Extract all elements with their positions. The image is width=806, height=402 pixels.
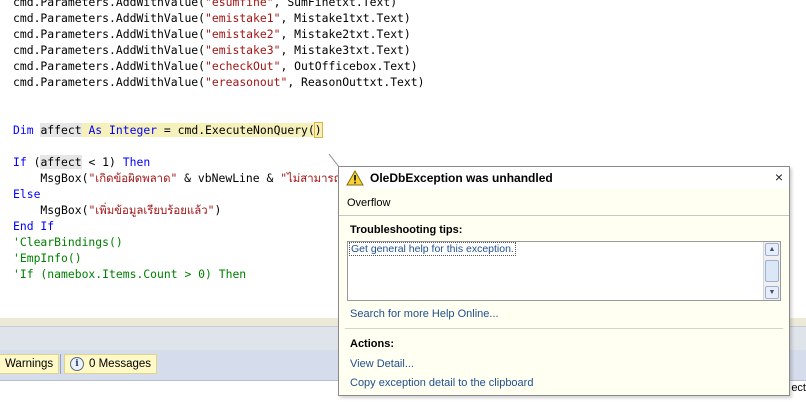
- exception-assistant-popup: OleDbException was unhandled × Overflow …: [338, 166, 790, 396]
- code-line-highlighted: Dim affect As Integer = cmd.ExecuteNonQu…: [13, 122, 323, 138]
- general-help-link[interactable]: Get general help for this exception.: [349, 242, 516, 256]
- warnings-label: Warnings: [5, 358, 54, 370]
- code-line: cmd.Parameters.AddWithValue("emistake2",…: [13, 27, 411, 41]
- scroll-down-icon[interactable]: ▼: [765, 286, 779, 299]
- warnings-filter-button[interactable]: Warnings: [0, 354, 60, 374]
- code-line: cmd.Parameters.AddWithValue("esumfine", …: [13, 0, 398, 9]
- clipped-column-text: ect: [791, 382, 806, 394]
- code-line: cmd.Parameters.AddWithValue("emistake1",…: [13, 11, 411, 25]
- scroll-thumb[interactable]: [765, 260, 779, 282]
- warning-icon: [346, 170, 364, 186]
- actions-heading: Actions:: [350, 338, 394, 350]
- exception-header: OleDbException was unhandled ×: [339, 167, 789, 189]
- close-icon[interactable]: ×: [775, 169, 783, 185]
- exception-title: OleDbException was unhandled: [370, 171, 553, 185]
- copy-exception-detail-link[interactable]: Copy exception detail to the clipboard: [350, 377, 533, 389]
- search-help-online-link[interactable]: Search for more Help Online...: [350, 308, 499, 320]
- messages-filter-button[interactable]: i 0 Messages: [64, 354, 158, 374]
- code-line: cmd.Parameters.AddWithValue("ereasonout"…: [13, 75, 425, 89]
- exception-message: Overflow: [347, 197, 391, 209]
- code-line: cmd.Parameters.AddWithValue("echeckOut",…: [13, 59, 418, 73]
- info-icon: i: [70, 357, 84, 371]
- code-line: cmd.Parameters.AddWithValue("emistake3",…: [13, 43, 411, 57]
- troubleshooting-heading: Troubleshooting tips:: [350, 224, 463, 236]
- affect-variable: affect: [40, 123, 82, 137]
- troubleshooting-list[interactable]: Get general help for this exception. ▲ ▼: [347, 241, 781, 301]
- divider: [345, 328, 783, 329]
- view-detail-link[interactable]: View Detail...: [350, 358, 414, 370]
- caret-paren: ): [313, 122, 323, 138]
- messages-label: 0 Messages: [89, 358, 152, 370]
- tips-scrollbar[interactable]: ▲ ▼: [763, 242, 780, 300]
- exception-message-area: Overflow: [339, 189, 789, 216]
- toolbar-divider: [60, 354, 61, 374]
- scroll-up-icon[interactable]: ▲: [765, 243, 779, 256]
